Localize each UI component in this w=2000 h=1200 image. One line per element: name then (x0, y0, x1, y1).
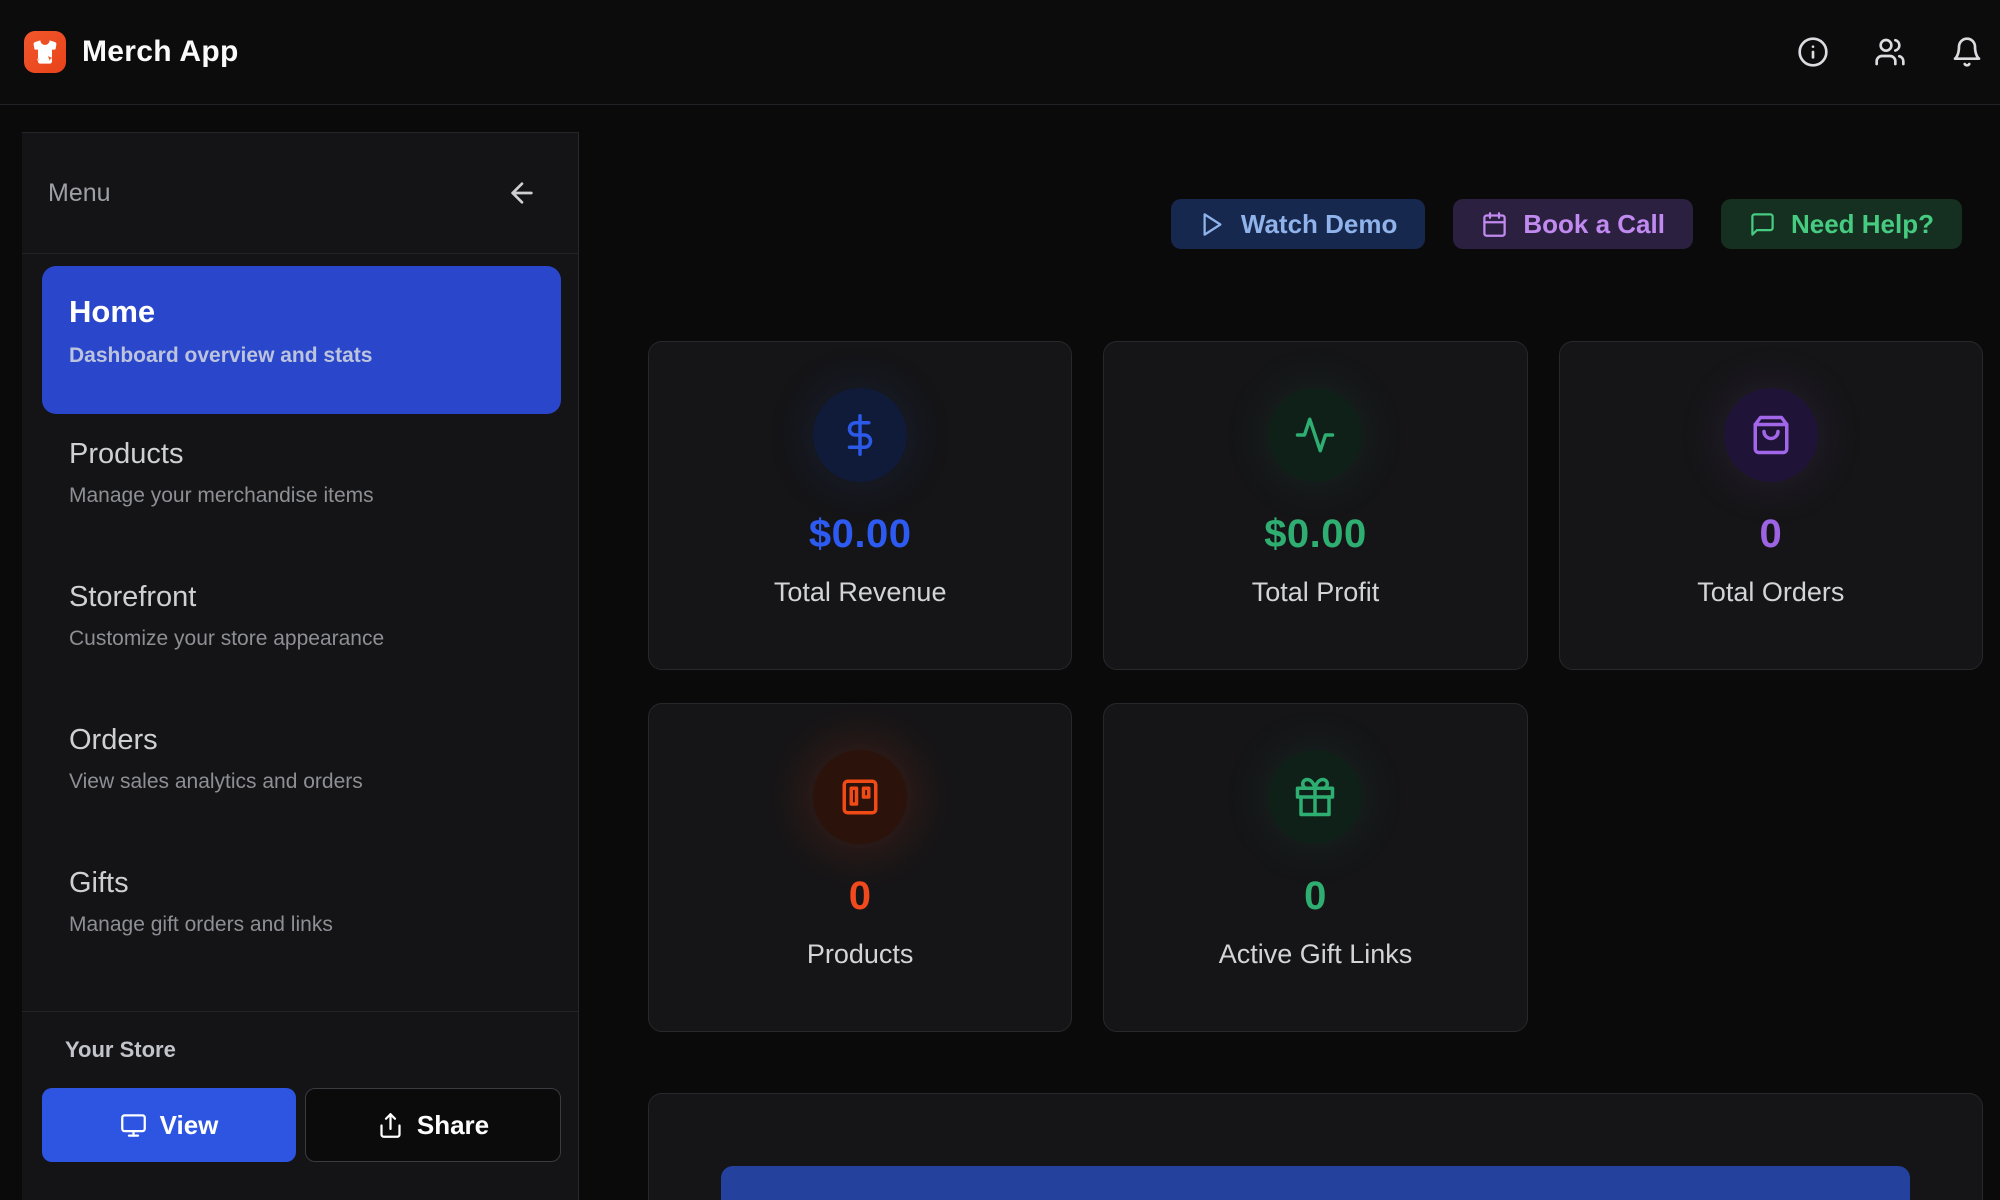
sidebar-item-orders[interactable]: Orders View sales analytics and orders (42, 700, 561, 843)
bottom-panel (648, 1093, 1983, 1200)
stat-label: Total Revenue (774, 577, 947, 608)
need-help-button[interactable]: Need Help? (1721, 199, 1962, 249)
calendar-icon (1481, 211, 1508, 238)
board-icon (839, 776, 881, 818)
shopping-bag-icon (1750, 414, 1792, 456)
stat-value: 0 (1304, 874, 1327, 919)
collapse-sidebar-button[interactable] (506, 177, 538, 209)
stat-label: Total Profit (1252, 577, 1380, 608)
menu-label: Menu (48, 179, 111, 208)
topbar: Merch App (0, 0, 2000, 105)
main-content: Watch Demo Book a Call Need Help? (580, 105, 2000, 1200)
stat-icon-circle (1268, 750, 1362, 844)
users-icon (1874, 36, 1906, 68)
nav-item-label: Home (69, 294, 541, 330)
notifications-button[interactable] (1950, 35, 1984, 69)
play-icon (1199, 211, 1226, 238)
watch-demo-label: Watch Demo (1241, 209, 1398, 240)
nav-item-label: Storefront (69, 581, 541, 614)
stat-card-total-orders: 0 Total Orders (1559, 341, 1983, 670)
need-help-label: Need Help? (1791, 209, 1934, 240)
merch-app-window: Merch App Menu (0, 0, 2000, 1200)
stat-card-active-gift-links: 0 Active Gift Links (1103, 703, 1527, 1032)
stat-label: Total Orders (1697, 577, 1844, 608)
nav-item-description: View sales analytics and orders (69, 770, 541, 794)
monitor-icon (120, 1112, 147, 1139)
tshirt-icon (31, 38, 59, 66)
store-buttons: View Share (42, 1088, 561, 1162)
stats-grid: $0.00 Total Revenue $0.00 Total Profit (648, 341, 1983, 1032)
store-section-label: Your Store (65, 1037, 561, 1063)
app-logo (24, 31, 66, 73)
stat-icon-circle (1724, 388, 1818, 482)
bottom-panel-cta[interactable] (721, 1166, 1910, 1200)
nav-item-description: Manage gift orders and links (69, 913, 541, 937)
stat-label: Active Gift Links (1219, 939, 1413, 970)
sidebar-nav: Home Dashboard overview and stats Produc… (22, 254, 578, 986)
stat-icon-circle (1268, 388, 1362, 482)
stat-value: 0 (849, 874, 872, 919)
arrow-left-icon (506, 177, 538, 209)
quick-actions: Watch Demo Book a Call Need Help? (1171, 199, 1962, 249)
sidebar-item-gifts[interactable]: Gifts Manage gift orders and links (42, 843, 561, 986)
nav-item-label: Products (69, 438, 541, 471)
nav-item-label: Orders (69, 724, 541, 757)
sidebar-item-storefront[interactable]: Storefront Customize your store appearan… (42, 557, 561, 700)
sidebar-item-home[interactable]: Home Dashboard overview and stats (42, 266, 561, 414)
sidebar-header: Menu (22, 133, 578, 254)
users-button[interactable] (1873, 35, 1907, 69)
bell-icon (1951, 36, 1983, 68)
nav-item-description: Customize your store appearance (69, 627, 541, 651)
info-button[interactable] (1796, 35, 1830, 69)
store-section: Your Store View Share (22, 1011, 578, 1162)
share-icon (377, 1112, 404, 1139)
stat-card-total-revenue: $0.00 Total Revenue (648, 341, 1072, 670)
topbar-actions (1796, 35, 1984, 69)
nav-item-description: Dashboard overview and stats (69, 344, 541, 368)
activity-icon (1294, 414, 1336, 456)
stat-value: $0.00 (809, 512, 912, 557)
view-store-label: View (160, 1110, 219, 1141)
sidebar: Menu Home Dashboard overview and stats P… (22, 132, 579, 1200)
stat-value: $0.00 (1264, 512, 1367, 557)
watch-demo-button[interactable]: Watch Demo (1171, 199, 1426, 249)
book-call-button[interactable]: Book a Call (1453, 199, 1693, 249)
sidebar-item-products[interactable]: Products Manage your merchandise items (42, 414, 561, 557)
stat-icon-circle (813, 750, 907, 844)
stat-card-products: 0 Products (648, 703, 1072, 1032)
share-store-label: Share (417, 1110, 489, 1141)
app-title: Merch App (82, 35, 239, 69)
message-square-icon (1749, 211, 1776, 238)
share-store-button[interactable]: Share (305, 1088, 561, 1162)
stat-icon-circle (813, 388, 907, 482)
stat-label: Products (807, 939, 914, 970)
info-icon (1797, 36, 1829, 68)
stat-value: 0 (1759, 512, 1782, 557)
book-call-label: Book a Call (1523, 209, 1665, 240)
nav-item-description: Manage your merchandise items (69, 484, 541, 508)
stat-card-total-profit: $0.00 Total Profit (1103, 341, 1527, 670)
dollar-icon (839, 414, 881, 456)
gift-icon (1294, 776, 1336, 818)
view-store-button[interactable]: View (42, 1088, 296, 1162)
nav-item-label: Gifts (69, 867, 541, 900)
